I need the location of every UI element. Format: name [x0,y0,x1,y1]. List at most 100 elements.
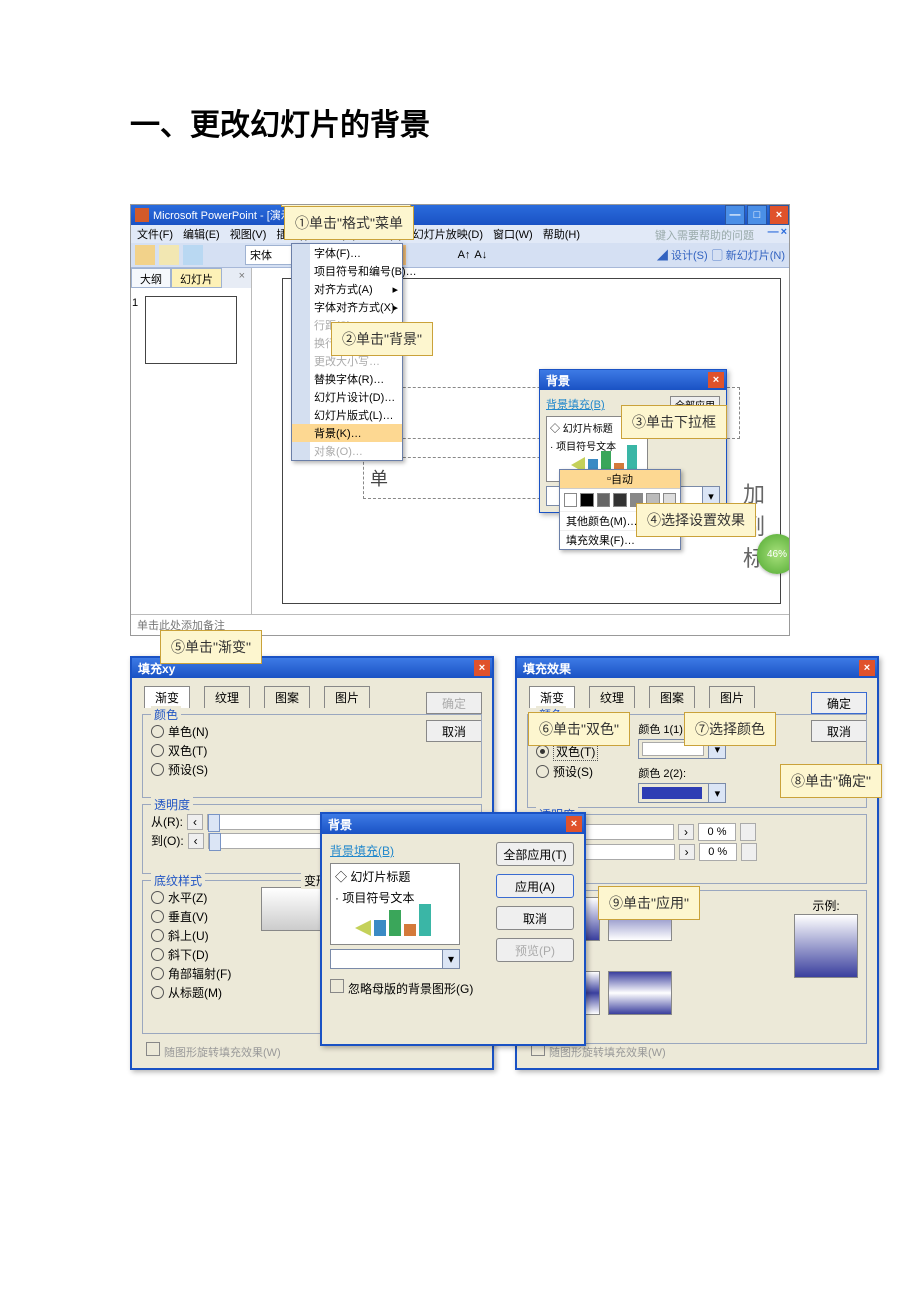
radio-preset[interactable]: 预设(S) [151,761,473,778]
ok-button[interactable]: 确定 [811,692,867,714]
cancel-button[interactable]: 取消 [496,906,574,930]
color2-combo[interactable]: ▾ [638,783,726,803]
increase-font-icon[interactable]: A↑ [458,249,471,261]
bg-fill-label: 背景填充(B) [546,399,605,411]
radio-preset[interactable]: 预设(S) [536,763,598,780]
background-dialog-2: 背景× 背景填充(B) 全部应用(T) 应用(A) 取消 预览(P) ◇ 幻灯片… [320,812,586,1046]
menuitem-font[interactable]: 字体(F)… [292,244,402,262]
color-swatch[interactable] [580,493,593,507]
menuitem-background[interactable]: 背景(K)… [292,424,402,442]
radio-two-color[interactable]: 双色(T) [151,742,473,759]
save-icon[interactable] [183,245,203,265]
dialog-close-icon[interactable]: × [566,816,582,832]
apply-button[interactable]: 应用(A) [496,874,574,898]
menuitem-slidedesign[interactable]: 幻灯片设计(D)… [292,388,402,406]
pane-close-icon[interactable]: × [233,268,251,288]
tab-pattern[interactable]: 图案 [264,686,310,708]
label-color1: 颜色 1(1): [638,724,686,736]
doc-close-help[interactable]: — [768,226,779,238]
variant-option[interactable] [608,971,672,1015]
radio-one-color[interactable]: 单色(N) [151,723,473,740]
tab-picture[interactable]: 图片 [324,686,370,708]
print-icon[interactable] [207,245,227,265]
tab-picture[interactable]: 图片 [709,686,755,708]
callout-2: ②单击"背景" [331,322,433,356]
label-color2: 颜色 2(2): [638,768,686,780]
chevron-down-icon[interactable]: ▾ [708,784,725,802]
open-icon[interactable] [159,245,179,265]
dialog-title: 填充效果× [517,658,877,678]
menu-file[interactable]: 文件(F) [137,226,173,242]
toolbar: 宋体 18 B I U S A↑ A↓ ◢ 设计(S) ▢ 新幻灯片(N) [131,243,789,268]
screenshot-fill-effects: ⑤单击"渐变" 填充xy× 渐变 纹理 图案 图片 确定 取消 颜色 单色(N)… [130,636,890,1066]
group-label: 颜色 [151,706,181,723]
sample-label: 示例: [794,897,858,914]
dialog-close-icon[interactable]: × [474,660,490,676]
chevron-down-icon[interactable]: ▾ [442,950,459,968]
minimize-button[interactable]: — [725,205,745,225]
tab-slides[interactable]: 幻灯片 [171,268,222,288]
align-right-icon[interactable] [434,245,454,265]
callout-7: ⑦选择颜色 [684,712,776,746]
maximize-button[interactable]: □ [747,205,767,225]
new-slide-button[interactable]: ▢ 新幻灯片(N) [712,247,785,263]
slide-thumbnail-1[interactable] [145,296,237,364]
tab-texture[interactable]: 纹理 [204,686,250,708]
zoom-indicator[interactable]: 46% [757,534,790,574]
window-titlebar: Microsoft PowerPoint - [演示文稿1] — □ × [131,205,789,225]
callout-9: ⑨单击"应用" [598,886,700,920]
callout-3: ③单击下拉框 [621,405,727,439]
tab-outline[interactable]: 大纲 [131,268,171,288]
chart-bar-icon [404,924,416,936]
close-button[interactable]: × [769,205,789,225]
bg-color-combo[interactable]: ▾ [330,949,460,969]
decrease-font-icon[interactable]: A↓ [474,249,487,261]
omit-master-checkbox[interactable] [330,979,344,993]
design-button[interactable]: ◢ 设计(S) [657,247,708,263]
color-auto[interactable]: ▫ 自动 [560,470,680,489]
ok-button: 确定 [426,692,482,714]
menuitem-align[interactable]: 对齐方式(A) [292,280,402,298]
tab-pattern[interactable]: 图案 [649,686,695,708]
radio-corner[interactable]: 角部辐射(F) [151,965,231,982]
menuitem-object: 对象(O)… [292,442,402,460]
chart-bar-icon [389,910,401,936]
callout-6: ⑥单击"双色" [528,712,630,746]
radio-diagup[interactable]: 斜上(U) [151,927,231,944]
radio-horizontal[interactable]: 水平(Z) [151,889,231,906]
radio-fromtitle[interactable]: 从标题(M) [151,984,231,1001]
screenshot-powerpoint: ①单击"格式"菜单 Microsoft PowerPoint - [演示文稿1]… [130,204,790,636]
menu-view[interactable]: 视图(V) [230,226,267,242]
menu-help[interactable]: 帮助(H) [543,226,580,242]
align-center-icon[interactable] [410,245,430,265]
preview-arrow-icon [345,920,371,936]
group-label: 透明度 [151,796,193,813]
menuitem-slidelayout[interactable]: 幻灯片版式(L)… [292,406,402,424]
app-icon [135,208,149,222]
menu-window[interactable]: 窗口(W) [493,226,533,242]
menu-slideshow[interactable]: 幻灯片放映(D) [413,226,483,242]
menuitem-fontalign[interactable]: 字体对齐方式(X) [292,298,402,316]
dialog-close-icon[interactable]: × [859,660,875,676]
tab-gradient[interactable]: 渐变 [529,686,575,708]
radio-diagdown[interactable]: 斜下(D) [151,946,231,963]
radio-vertical[interactable]: 垂直(V) [151,908,231,925]
callout-1b: ①单击"格式"菜单 [284,206,414,240]
variant-option[interactable] [261,887,325,931]
menuitem-replacefont[interactable]: 替换字体(R)… [292,370,402,388]
tab-texture[interactable]: 纹理 [589,686,635,708]
help-search[interactable]: 键入需要帮助的问题 [650,226,759,244]
new-icon[interactable] [135,245,155,265]
menu-edit[interactable]: 编辑(E) [183,226,220,242]
menuitem-bullets[interactable]: 项目符号和编号(B)… [292,262,402,280]
page-heading: 一、更改幻灯片的背景 [0,0,920,204]
dialog-title: 背景× [540,370,726,390]
dialog-close-icon[interactable]: × [708,372,724,388]
color-swatch[interactable] [613,493,626,507]
apply-all-button[interactable]: 全部应用(T) [496,842,574,866]
doc-close[interactable]: × [781,226,787,238]
preview-button: 预览(P) [496,938,574,962]
color-swatch[interactable] [597,493,610,507]
color-swatch[interactable] [564,493,577,507]
tab-gradient[interactable]: 渐变 [144,686,190,708]
